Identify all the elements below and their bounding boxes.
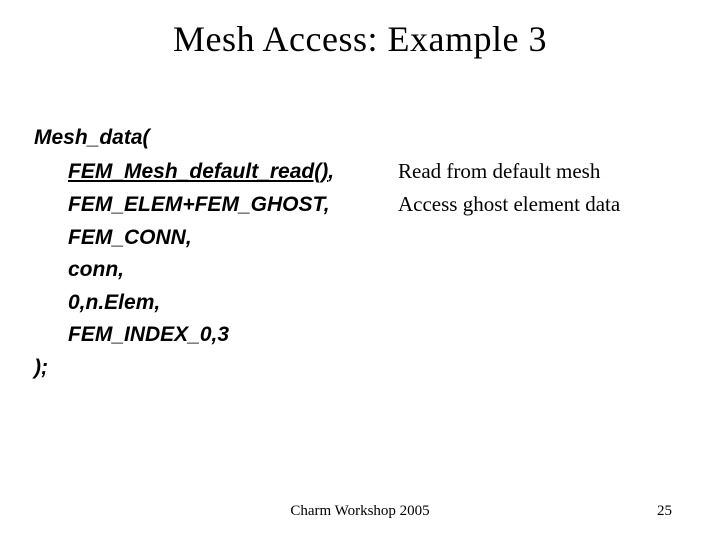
- code-open: Mesh_data(: [34, 122, 686, 155]
- code-row-2: FEM_ELEM+FEM_GHOST, Access ghost element…: [34, 188, 686, 222]
- footer-center: Charm Workshop 2005: [0, 503, 720, 520]
- code-close: );: [34, 352, 686, 385]
- code-l3: FEM_CONN,: [34, 222, 686, 255]
- code-l1-call: FEM_Mesh_default_read(): [68, 160, 328, 183]
- code-l4: conn,: [34, 254, 686, 287]
- code-cell-2: FEM_ELEM+FEM_GHOST,: [68, 189, 398, 222]
- code-l6: FEM_INDEX_0,3: [34, 319, 686, 352]
- code-l5: 0,n.Elem,: [34, 287, 686, 320]
- footer-page-number: 25: [657, 503, 672, 520]
- slide: Mesh Access: Example 3 Mesh_data( FEM_Me…: [0, 0, 720, 540]
- slide-body: Mesh_data( FEM_Mesh_default_read(), Read…: [34, 122, 686, 384]
- annot-2: Access ghost element data: [398, 188, 620, 221]
- code-cell-1: FEM_Mesh_default_read(),: [68, 156, 398, 189]
- code-l1-comma: ,: [328, 160, 334, 183]
- code-row-1: FEM_Mesh_default_read(), Read from defau…: [34, 155, 686, 189]
- slide-title: Mesh Access: Example 3: [0, 0, 720, 60]
- annot-1: Read from default mesh: [398, 155, 600, 188]
